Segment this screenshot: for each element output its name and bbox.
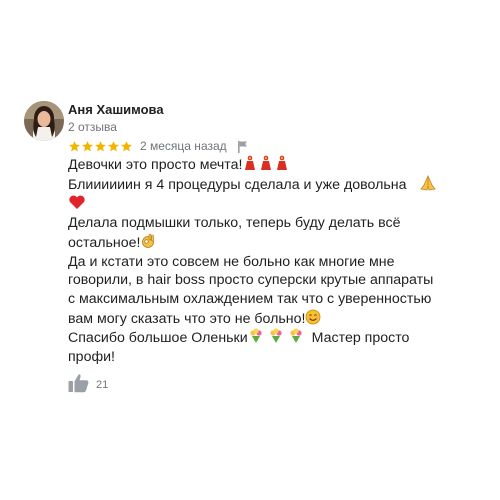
star-icon (95, 140, 106, 151)
avatar-image (24, 101, 64, 141)
review-line-text: вам могу сказать что это не больно! (68, 310, 306, 327)
review-line: Блиииииин я 4 процедуры сделала и уже до… (68, 174, 473, 195)
review-line-text: Делала подмышки только, теперь буду дела… (68, 215, 401, 232)
review-line-text: Спасибо большое Оленьки (68, 330, 248, 347)
smiling-face-icon (306, 309, 321, 325)
star-icon (69, 140, 80, 151)
review-line: Делала подмышки только, теперь буду дела… (68, 214, 473, 233)
review-line-text: Девочки это просто мечта! (68, 157, 243, 173)
red-heart-icon (69, 195, 85, 210)
review-line: остальное! (68, 233, 473, 253)
like-count: 21 (96, 379, 109, 391)
review-line-text: говорили, в hair boss просто суперски кр… (68, 272, 434, 289)
review-line: с максимальным охлаждением так что с уве… (68, 290, 473, 309)
star-icon (121, 140, 132, 151)
star-icon (108, 140, 119, 151)
bouquet-icon (250, 328, 302, 344)
review-line (68, 194, 473, 214)
star-icon (82, 140, 93, 151)
thumb-up-icon[interactable] (68, 373, 90, 393)
review-card: Аня Хашимова 2 отзыва 2 месяца назад Дев… (0, 0, 500, 500)
ok-hand-icon (142, 233, 155, 248)
review-line-text: Блиииииин я 4 процедуры сделала и уже до… (68, 176, 407, 193)
review-line-text: остальное! (68, 234, 141, 251)
review-line: Спасибо большое Оленьки Мастер просто (68, 328, 473, 348)
review-line: профи! (68, 348, 473, 367)
review-line: вам могу сказать что это не больно! (68, 309, 473, 329)
review-line: Девочки это просто мечта! (68, 155, 473, 175)
review-line: Да и кстати это совсем не больно как мно… (68, 253, 473, 272)
like-row: 21 (68, 372, 108, 394)
review-line-text: с максимальным охлаждением так что с уве… (68, 290, 432, 307)
folded-hands-icon (419, 174, 436, 191)
flag-icon[interactable] (237, 140, 249, 153)
review-line-text: профи! (68, 349, 116, 366)
review-text: Девочки это просто мечта! Блиииииин я 4 … (68, 155, 473, 367)
review-date: 2 месяца назад (140, 139, 227, 153)
review-line-text: Мастер просто (311, 330, 410, 347)
avatar[interactable] (24, 101, 64, 141)
author-name[interactable]: Аня Хашимова (68, 102, 164, 117)
review-line-text: Да и кстати это совсем не больно как мно… (68, 253, 395, 270)
author-review-count: 2 отзыва (68, 120, 117, 134)
rating-row: 2 месяца назад (68, 139, 249, 153)
review-line: говорили, в hair boss просто суперски кр… (68, 271, 473, 290)
star-rating (68, 140, 133, 153)
woman-dancing-icon (245, 155, 288, 170)
